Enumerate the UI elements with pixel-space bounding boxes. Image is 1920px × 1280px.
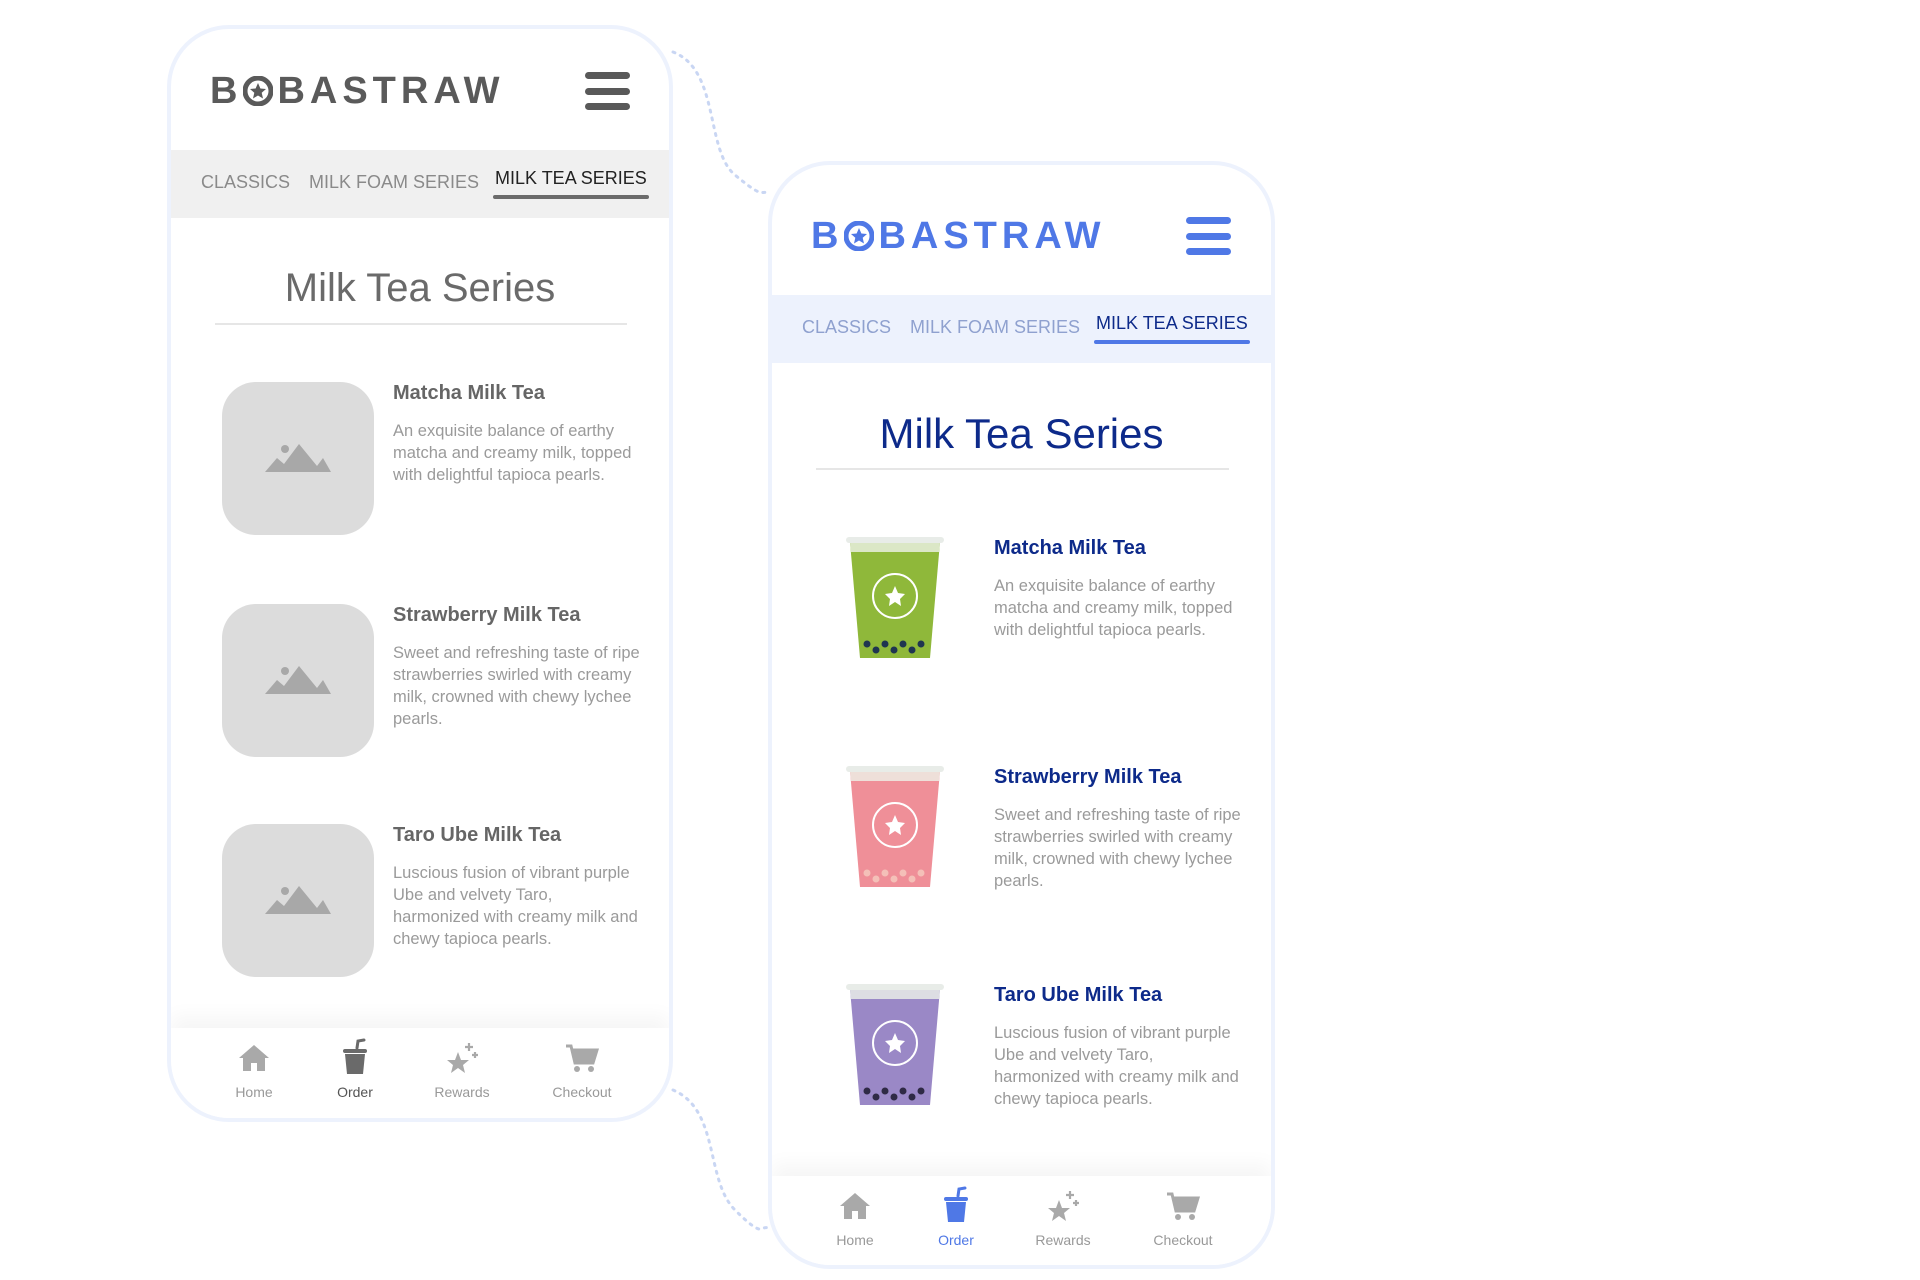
wireframe-phone: B BASTRAW CLASSICS MILK FOAM SERIES MILK TE… <box>167 25 673 1122</box>
item-description: Luscious fusion of vibrant purple Ube an… <box>994 1024 1239 1108</box>
item-description: An exquisite balance of earthy matcha an… <box>994 577 1233 639</box>
brand-logo[interactable]: B BASTRAW <box>811 215 1106 257</box>
connector-bottom <box>671 1088 770 1231</box>
nav-order[interactable]: Order <box>901 1186 1011 1248</box>
home-icon <box>239 1045 269 1071</box>
item-name: Matcha Milk Tea <box>393 382 545 404</box>
nav-label: Order <box>337 1084 373 1100</box>
nav-home[interactable]: Home <box>199 1038 309 1100</box>
nav-label: Checkout <box>1153 1232 1213 1248</box>
menu-item[interactable]: Strawberry Milk Tea Sweet and refreshing… <box>171 604 669 774</box>
page-title: Milk Tea Series <box>284 266 556 310</box>
tab-classics[interactable]: CLASSICS <box>201 172 290 193</box>
connector-top <box>671 50 770 195</box>
stars-icon <box>447 1043 478 1073</box>
item-name: Strawberry Milk Tea <box>393 604 581 626</box>
tab-milk-tea-series[interactable]: MILK TEA SERIES <box>493 168 649 199</box>
home-icon <box>840 1193 870 1219</box>
nav-rewards[interactable]: Rewards <box>407 1038 517 1100</box>
image-placeholder-icon <box>222 604 374 757</box>
image-placeholder-icon <box>222 382 374 535</box>
item-name: Taro Ube Milk Tea <box>994 984 1163 1006</box>
bottom-nav: Home Order Rewards Checkout <box>171 1028 669 1118</box>
category-tabs: CLASSICS MILK FOAM SERIES MILK TEA SERIES <box>772 295 1271 363</box>
cart-icon <box>1167 1192 1201 1220</box>
menu-item[interactable]: Taro Ube Milk Tea Luscious fusion of vib… <box>171 824 669 994</box>
cup-icon <box>343 1038 367 1074</box>
item-description: Sweet and refreshing taste of ripe straw… <box>994 806 1241 890</box>
title-divider <box>215 323 627 325</box>
nav-checkout[interactable]: Checkout <box>527 1038 637 1100</box>
tab-milk-foam-series[interactable]: MILK FOAM SERIES <box>910 317 1080 338</box>
nav-label: Home <box>235 1084 273 1100</box>
cart-icon <box>566 1044 600 1072</box>
nav-home[interactable]: Home <box>800 1186 910 1248</box>
stars-icon <box>1048 1191 1079 1221</box>
hamburger-menu-icon[interactable] <box>585 72 630 110</box>
final-design-phone: B BASTRAW CLASSICS MILK FOAM SERIES MILK TE… <box>768 161 1275 1269</box>
item-description: Luscious fusion of vibrant purple Ube an… <box>393 864 638 948</box>
menu-item[interactable]: Matcha Milk Tea An exquisite balance of … <box>772 534 1271 704</box>
drink-cup-image <box>846 766 944 887</box>
nav-label: Order <box>938 1232 974 1248</box>
menu-item[interactable]: Strawberry Milk Tea Sweet and refreshing… <box>772 763 1271 933</box>
nav-label: Home <box>836 1232 874 1248</box>
nav-label: Rewards <box>434 1084 490 1100</box>
menu-item[interactable]: Taro Ube Milk Tea Luscious fusion of vib… <box>772 981 1271 1151</box>
hamburger-menu-icon[interactable] <box>1186 217 1231 255</box>
bottom-nav: Home Order Rewards Checkout <box>772 1176 1271 1265</box>
item-description: An exquisite balance of earthy matcha an… <box>393 422 632 484</box>
page-title: Milk Tea Series <box>879 410 1164 457</box>
image-placeholder-icon <box>222 824 374 977</box>
menu-item[interactable]: Matcha Milk Tea An exquisite balance of … <box>171 382 669 552</box>
item-name: Matcha Milk Tea <box>994 537 1146 559</box>
brand-logo[interactable]: B BASTRAW <box>210 70 505 112</box>
category-tabs: CLASSICS MILK FOAM SERIES MILK TEA SERIES <box>171 150 669 218</box>
nav-checkout[interactable]: Checkout <box>1128 1186 1238 1248</box>
nav-label: Checkout <box>552 1084 612 1100</box>
cup-icon <box>944 1186 968 1222</box>
logo-star-o-icon <box>844 221 875 251</box>
item-description: Sweet and refreshing taste of ripe straw… <box>393 644 640 728</box>
item-name: Taro Ube Milk Tea <box>393 824 562 846</box>
item-name: Strawberry Milk Tea <box>994 766 1182 788</box>
nav-order[interactable]: Order <box>300 1038 410 1100</box>
drink-cup-image <box>846 984 944 1105</box>
title-divider <box>816 468 1229 470</box>
nav-rewards[interactable]: Rewards <box>1008 1186 1118 1248</box>
tab-milk-foam-series[interactable]: MILK FOAM SERIES <box>309 172 479 193</box>
tab-classics[interactable]: CLASSICS <box>802 317 891 338</box>
drink-cup-image <box>846 537 944 658</box>
tab-milk-tea-series[interactable]: MILK TEA SERIES <box>1094 313 1250 344</box>
nav-label: Rewards <box>1035 1232 1091 1248</box>
logo-star-o-icon <box>243 76 274 106</box>
